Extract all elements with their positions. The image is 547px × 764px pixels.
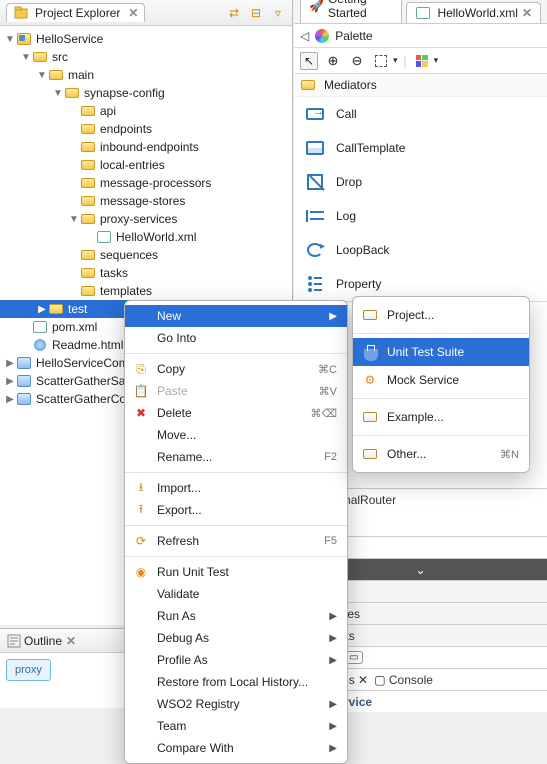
tab-getting-started[interactable]: 🚀 Getting Started [300,0,402,23]
new-submenu: Project... Unit Test Suite ⚙Mock Service… [352,296,530,473]
tree-node[interactable]: tasks [0,264,292,282]
export-icon: ⭱ [133,502,149,518]
tree-node[interactable]: sequences [0,246,292,264]
tree-node[interactable]: ▼src [0,48,292,66]
menu-validate[interactable]: Validate [125,583,347,605]
submenu-mock-service[interactable]: ⚙Mock Service [353,366,529,394]
example-icon [361,409,379,425]
tree-node[interactable]: message-processors [0,174,292,192]
mediator-label: CallTemplate [336,141,405,155]
menu-wso2-registry[interactable]: WSO2 Registry▶ [125,693,347,715]
editor-tabs: 🚀 Getting Started HelloWorld.xml ✕ [294,0,547,24]
tree-node[interactable]: inbound-endpoints [0,138,292,156]
tree-node[interactable]: message-stores [0,192,292,210]
menu-run-unit-test[interactable]: ◉Run Unit Test [125,561,347,583]
explorer-tab[interactable]: Project Explorer ✕ [6,3,145,22]
menu-go-into[interactable]: Go Into [125,327,347,349]
menu-profile-as[interactable]: Profile As▶ [125,649,347,671]
submenu-other[interactable]: Other...⌘N [353,440,529,468]
explorer-header: Project Explorer ✕ ⇄ ⊟ ▿ [0,0,292,26]
palette-icon [315,29,329,43]
tab-label: Getting Started [328,0,394,20]
mediator-label: Log [336,209,356,223]
palette-label: Palette [335,29,372,43]
tree-node[interactable]: ▼main [0,66,292,84]
mediator-label: Drop [336,175,362,189]
project-icon [361,307,379,323]
menu-rename[interactable]: Rename...F2 [125,446,347,468]
mediator-label: LoopBack [336,243,389,257]
menu-import[interactable]: ⭳Import... [125,477,347,499]
menu-delete[interactable]: ✖Delete⌘⌫ [125,402,347,424]
menu-new[interactable]: New▶ [125,305,347,327]
outline-tab-label: Outline [24,634,62,648]
menu-move[interactable]: Move... [125,424,347,446]
submenu-example[interactable]: Example... [353,403,529,431]
run-test-icon: ◉ [133,564,149,580]
menu-compare-with[interactable]: Compare With▶ [125,737,347,759]
context-menu: New▶ Go Into ⎘Copy⌘C 📋Paste⌘V ✖Delete⌘⌫ … [124,300,348,764]
mediator-label: Property [336,277,381,291]
palette-tools: ↖ ⊕ ⊖ ▾ | ▾ [294,48,547,74]
marquee-icon[interactable] [372,52,390,70]
mediator-log[interactable]: Log [294,199,547,233]
explorer-tab-label: Project Explorer [35,6,120,20]
explorer-toolbar: ⇄ ⊟ ▿ [226,5,286,21]
link-editor-icon[interactable]: ⇄ [226,5,242,21]
import-icon: ⭳ [133,480,149,496]
rocket-icon: 🚀 [309,0,324,13]
close-icon[interactable]: ✕ [128,6,138,20]
close-icon[interactable]: ✕ [522,6,532,20]
outline-node[interactable]: proxy [6,659,51,681]
mediator-loopback[interactable]: LoopBack [294,233,547,267]
menu-team[interactable]: Team▶ [125,715,347,737]
submenu-unit-test-suite[interactable]: Unit Test Suite [353,338,529,366]
copy-icon: ⎘ [133,361,149,377]
outline-icon [6,634,22,648]
menu-export[interactable]: ⭱Export... [125,499,347,521]
menu-copy[interactable]: ⎘Copy⌘C [125,358,347,380]
palette-bar: ◁ Palette [294,24,547,48]
mediators-drawer-head[interactable]: Mediators [294,74,547,97]
paste-icon: 📋 [133,383,149,399]
close-icon[interactable]: ✕ [66,634,76,648]
tree-node[interactable]: templates [0,282,292,300]
tree-node[interactable]: endpoints [0,120,292,138]
console-view-tab[interactable]: ▢ Console [374,673,433,687]
zoom-out-icon[interactable]: ⊖ [348,52,366,70]
zoom-in-icon[interactable]: ⊕ [324,52,342,70]
navigator-icon [13,6,29,20]
mediator-drop[interactable]: Drop [294,165,547,199]
view-menu-icon[interactable]: ▿ [270,5,286,21]
back-icon[interactable]: ◁ [300,29,309,43]
tree-node-project[interactable]: ▼HelloService [0,30,292,48]
select-tool-icon[interactable]: ↖ [300,52,318,70]
tree-node[interactable]: local-entries [0,156,292,174]
palette-layout-icon[interactable] [413,52,431,70]
mediator-label: Call [336,107,357,121]
drawer-label: Mediators [324,78,377,92]
mediators-drawer: Mediators Call CallTemplate Drop Log Loo… [294,74,547,302]
collapse-all-icon[interactable]: ⊟ [248,5,264,21]
tab-helloworld[interactable]: HelloWorld.xml ✕ [406,2,541,23]
tab-label: HelloWorld.xml [437,6,517,20]
menu-refresh[interactable]: ⟳RefreshF5 [125,530,347,552]
xml-file-icon [415,6,431,20]
tree-node[interactable]: ▼synapse-config [0,84,292,102]
flask-icon [361,344,379,360]
gear-icon: ⚙ [361,372,379,388]
menu-paste: 📋Paste⌘V [125,380,347,402]
menu-restore[interactable]: Restore from Local History... [125,671,347,693]
tree-node[interactable]: ▼proxy-services [0,210,292,228]
mediator-calltemplate[interactable]: CallTemplate [294,131,547,165]
tree-node-file[interactable]: HelloWorld.xml [0,228,292,246]
submenu-project[interactable]: Project... [353,301,529,329]
menu-debug-as[interactable]: Debug As▶ [125,627,347,649]
tree-node[interactable]: api [0,102,292,120]
refresh-icon: ⟳ [133,533,149,549]
mediator-call[interactable]: Call [294,97,547,131]
delete-icon: ✖ [133,405,149,421]
menu-run-as[interactable]: Run As▶ [125,605,347,627]
other-icon [361,446,379,462]
